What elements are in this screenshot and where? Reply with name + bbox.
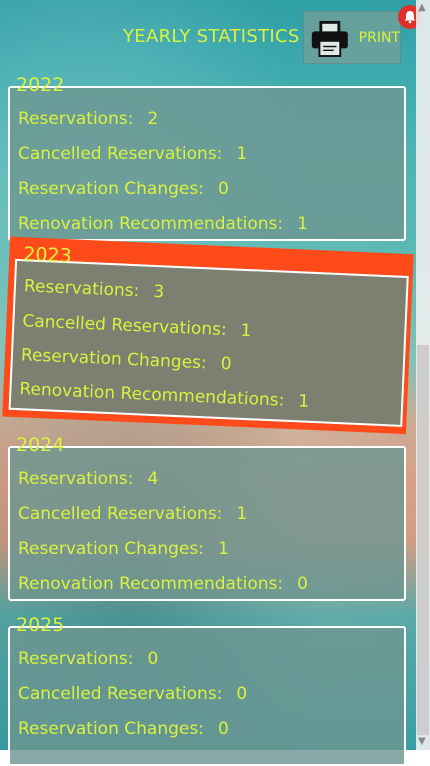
- cancelled-row: Cancelled Reservations: 1: [22, 311, 252, 341]
- renovation-value: 1: [297, 391, 310, 412]
- changes-label: Reservation Changes:: [18, 539, 204, 559]
- cancelled-value: 1: [236, 144, 248, 164]
- year-card-2023-highlighted[interactable]: 2023 Reservations: 3 Cancelled Reservatio…: [0, 236, 416, 444]
- page-title: YEARLY STATISTICS: [123, 26, 300, 47]
- changes-row: Reservation Changes: 0: [21, 345, 232, 374]
- cancelled-label: Cancelled Reservations:: [18, 504, 223, 524]
- reservations-label: Reservations:: [18, 649, 134, 669]
- reservations-label: Reservations:: [23, 276, 140, 302]
- changes-value: 0: [220, 353, 232, 375]
- print-button[interactable]: PRINT: [303, 11, 401, 64]
- changes-label: Reservation Changes:: [18, 179, 204, 199]
- year-label: 2022: [16, 74, 65, 96]
- year-label: 2024: [16, 434, 65, 456]
- printer-icon: [311, 20, 348, 57]
- reservations-value: 2: [147, 109, 159, 129]
- changes-row: Reservation Changes: 0: [18, 179, 229, 199]
- reservations-row: Reservations: 4: [18, 469, 158, 489]
- vertical-scrollbar[interactable]: ▲ ▼: [416, 0, 430, 750]
- reservations-value: 0: [147, 649, 159, 669]
- scroll-down-icon[interactable]: ▼: [418, 736, 428, 747]
- bell-icon: [404, 11, 416, 24]
- year-card-2022: 2022 Reservations: 2 Cancelled Reservatio…: [8, 74, 406, 241]
- changes-label: Reservation Changes:: [20, 345, 208, 374]
- renovation-row: Renovation Recommendations: 1: [19, 379, 310, 412]
- cancelled-value: 0: [236, 684, 248, 704]
- year-label: 2025: [16, 614, 65, 636]
- reservations-value: 4: [147, 469, 159, 489]
- renovation-value: 0: [297, 574, 308, 594]
- cancelled-label: Cancelled Reservations:: [21, 311, 228, 341]
- renovation-row: Renovation Recommendations: 1: [18, 214, 308, 234]
- renovation-label: Renovation Recommendations:: [18, 214, 284, 234]
- cancelled-row: Cancelled Reservations: 1: [18, 504, 247, 524]
- renovation-label: Renovation Recommendations:: [19, 379, 285, 411]
- scroll-up-icon[interactable]: ▲: [418, 2, 428, 13]
- renovation-row: Renovation Recommendations: 0: [18, 574, 308, 594]
- changes-value: 1: [217, 539, 229, 559]
- renovation-label: Renovation Recommendations:: [18, 574, 284, 594]
- changes-row: Reservation Changes: 0: [18, 719, 229, 739]
- changes-label: Reservation Changes:: [18, 719, 204, 739]
- reservations-row: Reservations: 2: [18, 109, 158, 129]
- cancelled-label: Cancelled Reservations:: [18, 684, 223, 704]
- reservations-label: Reservations:: [18, 109, 134, 129]
- changes-row: Reservation Changes: 1: [18, 539, 229, 559]
- reservations-row: Reservations: 3: [24, 276, 165, 302]
- reservations-label: Reservations:: [18, 469, 134, 489]
- scrollbar-thumb[interactable]: [417, 345, 429, 735]
- reservations-value: 3: [152, 281, 165, 303]
- year-card-2025: 2025 Reservations: 0 Cancelled Reservatio…: [8, 614, 406, 766]
- year-card-2023: 2023 Reservations: 3 Cancelled Reservatio…: [8, 243, 409, 427]
- cancelled-value: 1: [240, 320, 252, 342]
- print-label: PRINT: [358, 29, 400, 46]
- cancelled-row: Cancelled Reservations: 1: [18, 144, 247, 164]
- renovation-value: 1: [297, 214, 308, 234]
- cancelled-row: Cancelled Reservations: 0: [18, 684, 247, 704]
- year-card-2024: 2024 Reservations: 4 Cancelled Reservatio…: [8, 434, 406, 601]
- year-label: 2023: [22, 243, 73, 268]
- cancelled-value: 1: [236, 504, 248, 524]
- changes-value: 0: [217, 179, 229, 199]
- reservations-row: Reservations: 0: [18, 649, 158, 669]
- cancelled-label: Cancelled Reservations:: [18, 144, 223, 164]
- changes-value: 0: [217, 719, 229, 739]
